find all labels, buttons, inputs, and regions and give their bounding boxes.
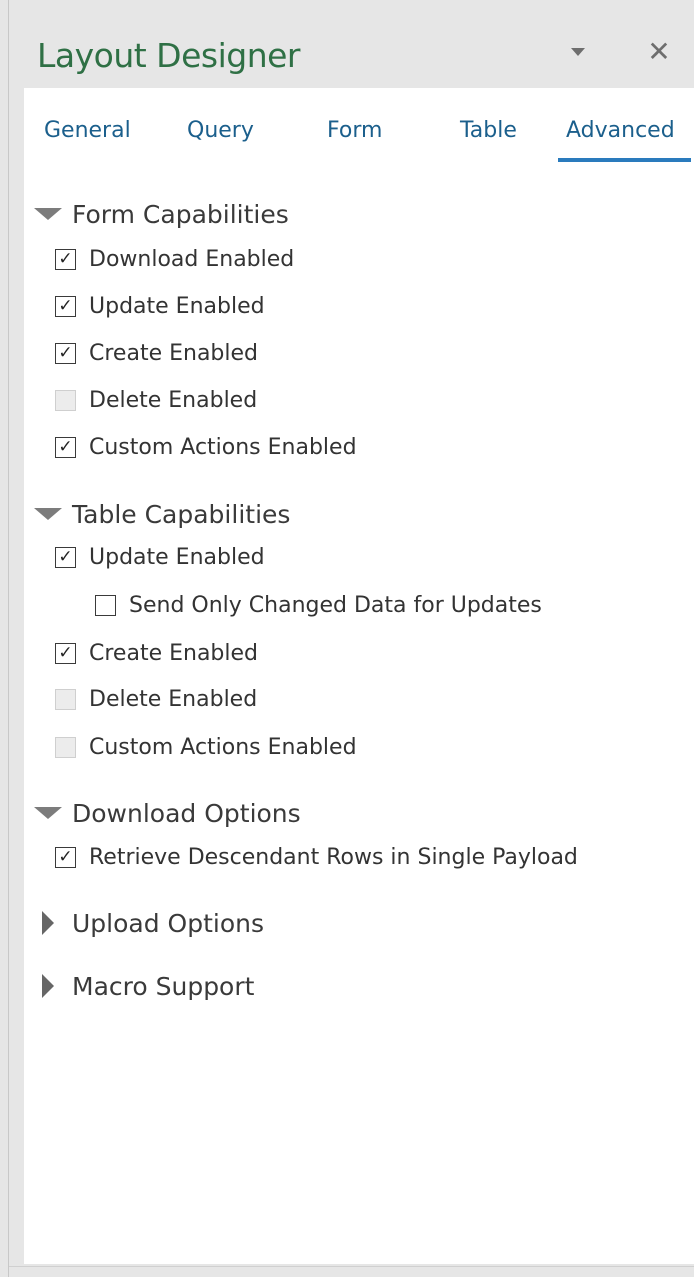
section-form-capabilities[interactable]: Form Capabilities (34, 196, 289, 232)
section-label: Table Capabilities (72, 499, 291, 529)
close-icon: ✕ (647, 35, 671, 68)
checkbox-label: Custom Actions Enabled (89, 434, 357, 460)
checkbox-icon: ✓ (55, 248, 76, 270)
checkbox-table-delete-enabled: Delete Enabled (55, 683, 257, 715)
checkbox-table-update-enabled[interactable]: ✓ Update Enabled (55, 541, 265, 573)
collapsed-arrow-icon (34, 911, 64, 935)
checkbox-icon (55, 736, 76, 758)
checkbox-form-custom-actions-enabled[interactable]: ✓ Custom Actions Enabled (55, 431, 357, 463)
checkbox-send-only-changed-data[interactable]: Send Only Changed Data for Updates (95, 589, 542, 621)
section-label: Form Capabilities (72, 199, 289, 229)
checkbox-icon: ✓ (55, 546, 76, 568)
checkbox-form-create-enabled[interactable]: ✓ Create Enabled (55, 337, 258, 369)
checkbox-table-create-enabled[interactable]: ✓ Create Enabled (55, 637, 258, 669)
section-download-options[interactable]: Download Options (34, 795, 301, 831)
section-table-capabilities[interactable]: Table Capabilities (34, 496, 290, 532)
tab-advanced[interactable]: Advanced (566, 118, 675, 143)
checkbox-icon: ✓ (55, 642, 76, 664)
close-button[interactable]: ✕ (637, 30, 681, 74)
checkbox-icon: ✓ (55, 436, 76, 458)
checkbox-form-delete-enabled: Delete Enabled (55, 384, 257, 416)
checkbox-label: Delete Enabled (89, 387, 258, 413)
tab-table[interactable]: Table (460, 118, 517, 143)
checkbox-label: Send Only Changed Data for Updates (129, 592, 542, 618)
pane-content: General Query Form Table Advanced Form C… (24, 88, 694, 1264)
checkbox-table-custom-actions-enabled: Custom Actions Enabled (55, 731, 357, 763)
tab-query[interactable]: Query (187, 118, 254, 143)
checkbox-label: Update Enabled (89, 293, 265, 319)
tab-general[interactable]: General (44, 118, 131, 143)
section-label: Macro Support (72, 971, 255, 1001)
checkbox-label: Download Enabled (89, 246, 295, 272)
checkbox-label: Create Enabled (89, 640, 258, 666)
pane-title: Layout Designer (37, 36, 300, 75)
active-tab-indicator (558, 158, 691, 162)
section-label: Download Options (72, 798, 301, 828)
caret-down-icon (571, 48, 585, 56)
section-macro-support[interactable]: Macro Support (34, 968, 254, 1004)
expanded-arrow-icon (34, 202, 64, 226)
checkbox-label: Create Enabled (89, 340, 258, 366)
checkbox-label: Delete Enabled (89, 686, 258, 712)
expanded-arrow-icon (34, 801, 64, 825)
checkbox-icon: ✓ (55, 846, 76, 868)
checkbox-form-download-enabled[interactable]: ✓ Download Enabled (55, 243, 294, 275)
checkbox-icon: ✓ (55, 295, 76, 317)
section-upload-options[interactable]: Upload Options (34, 905, 264, 941)
section-label: Upload Options (72, 908, 265, 938)
checkbox-icon (55, 389, 76, 411)
checkbox-icon (55, 688, 76, 710)
checkbox-icon (95, 594, 116, 616)
checkbox-icon: ✓ (55, 342, 76, 364)
pane-titlebar: Layout Designer ✕ (9, 0, 694, 88)
pane-options-button[interactable] (556, 30, 600, 74)
checkbox-retrieve-descendant-rows[interactable]: ✓ Retrieve Descendant Rows in Single Pay… (55, 841, 578, 873)
pane-bottom-border (9, 1266, 694, 1267)
checkbox-label: Custom Actions Enabled (89, 734, 357, 760)
checkbox-label: Update Enabled (89, 544, 265, 570)
checkbox-label: Retrieve Descendant Rows in Single Paylo… (89, 844, 578, 870)
expanded-arrow-icon (34, 502, 64, 526)
collapsed-arrow-icon (34, 974, 64, 998)
tab-form[interactable]: Form (327, 118, 382, 143)
checkbox-form-update-enabled[interactable]: ✓ Update Enabled (55, 290, 265, 322)
